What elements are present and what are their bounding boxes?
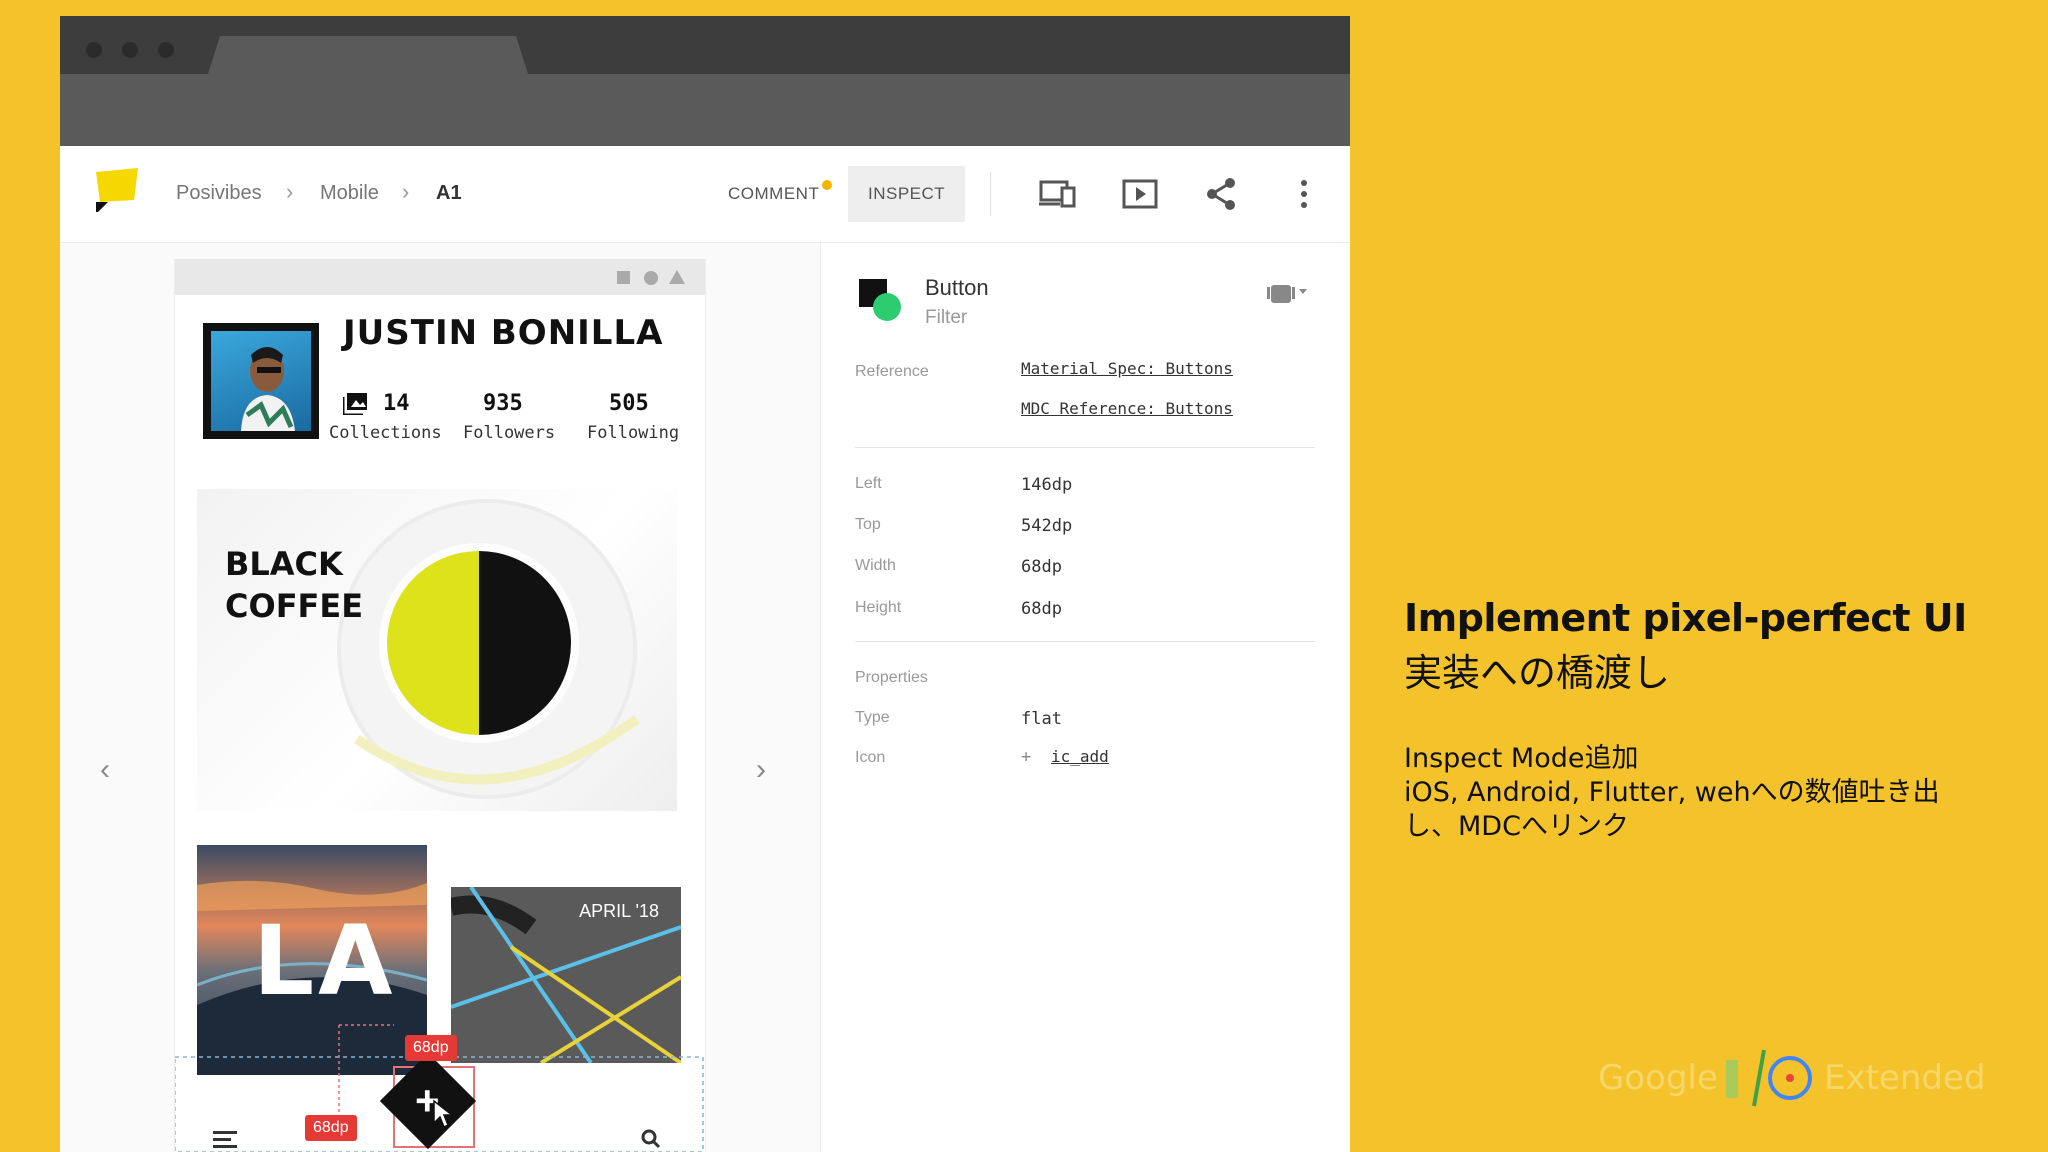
phone-preview: JUSTIN BONILLA 14 Collections 935 Follow…: [174, 259, 706, 1152]
add-icon: +: [1021, 747, 1032, 767]
browser-tab[interactable]: [208, 36, 528, 74]
dim-top-label: Top: [855, 516, 881, 533]
comment-notification-badge: [822, 180, 832, 190]
share-icon[interactable]: [1202, 174, 1242, 214]
inspect-button[interactable]: INSPECT: [848, 166, 966, 222]
stat-collections-value: 14: [383, 391, 410, 416]
phone-status-bar: [175, 259, 705, 295]
google-io-extended-logo: Google Extended: [1598, 1044, 1985, 1110]
person-photo: [241, 347, 295, 431]
browser-window: Posivibes › Mobile › A1 COMMENT INSPECT …: [60, 16, 1350, 1152]
breadcrumb-item-project[interactable]: Posivibes: [176, 182, 262, 205]
stat-followers-label[interactable]: Followers: [463, 423, 555, 443]
breadcrumb-item-section[interactable]: Mobile: [320, 182, 379, 205]
coffee-card-title: BLACK COFFEE: [225, 545, 364, 625]
stat-collections-label: Collections: [329, 423, 442, 443]
dim-top-value: 542dp: [1021, 516, 1073, 536]
stat-following-label[interactable]: Following: [587, 423, 679, 443]
devices-icon[interactable]: [1038, 174, 1078, 214]
panel-divider: [855, 447, 1315, 448]
search-icon[interactable]: [639, 1129, 667, 1149]
button-component-icon: [859, 279, 901, 321]
app-toolbar: Posivibes › Mobile › A1 COMMENT INSPECT: [60, 146, 1350, 243]
dim-height-value: 68dp: [1021, 599, 1062, 619]
browser-title-bar: [60, 16, 1350, 74]
google-wordmark: Google: [1598, 1058, 1718, 1098]
slide-body-line: し、MDCへリンク: [1404, 811, 1629, 842]
component-name: Button: [925, 275, 989, 300]
la-card-title: LA: [253, 905, 397, 1017]
collections-icon: [343, 393, 367, 415]
component-variant: Filter: [925, 307, 968, 328]
height-measure-label: 68dp: [305, 1115, 357, 1141]
mdc-reference-link[interactable]: MDC Reference: Buttons: [1021, 399, 1233, 418]
window-minimize-dot[interactable]: [122, 42, 138, 58]
io-logo-icon: [1726, 1049, 1812, 1107]
chevron-right-icon: ›: [402, 179, 410, 204]
dim-width-value: 68dp: [1021, 557, 1062, 577]
comment-button[interactable]: COMMENT: [728, 166, 819, 222]
dim-width-label: Width: [855, 557, 896, 574]
prop-type-value: flat: [1021, 709, 1062, 729]
la-card[interactable]: LA: [197, 845, 427, 1075]
preview-canvas: ‹ › JUSTIN BONILLA 14 Collections 935 Fo…: [60, 243, 820, 1152]
dim-height-label: Height: [855, 599, 902, 616]
stat-followers-value: 935: [483, 391, 523, 416]
cursor-pointer-icon: [433, 1099, 455, 1129]
next-screen-icon[interactable]: ›: [756, 753, 766, 787]
width-measure-label: 68dp: [405, 1035, 457, 1061]
breadcrumb-item-current: A1: [436, 182, 462, 204]
extended-wordmark: Extended: [1824, 1058, 1986, 1098]
prop-icon-value-link[interactable]: ic_add: [1051, 747, 1109, 766]
coffee-card[interactable]: BLACK COFFEE: [197, 489, 677, 811]
status-bar-icons: [617, 270, 685, 285]
avatar[interactable]: [203, 323, 319, 439]
previous-screen-icon[interactable]: ‹: [100, 753, 110, 787]
prop-type-label: Type: [855, 709, 890, 726]
reference-label: Reference: [855, 363, 929, 380]
panel-divider: [855, 641, 1315, 642]
slide-subtitle: 実装への橋渡し: [1404, 651, 1671, 695]
prop-icon-label: Icon: [855, 749, 886, 766]
window-maximize-dot[interactable]: [158, 42, 174, 58]
april-card-title: APRIL '18: [579, 901, 659, 921]
inspector-panel: Button Filter Reference Material Spec: B…: [820, 243, 1350, 1152]
stat-following-value: 505: [609, 391, 649, 416]
toolbar-divider: [990, 172, 991, 216]
coffee-cup-illustration: [337, 499, 640, 799]
menu-icon[interactable]: [213, 1129, 241, 1149]
window-close-dot[interactable]: [86, 42, 102, 58]
app-logo-icon[interactable]: [94, 166, 140, 212]
properties-heading: Properties: [855, 669, 928, 686]
more-vert-icon[interactable]: [1284, 174, 1324, 214]
chevron-right-icon: ›: [286, 179, 294, 204]
dim-left-value: 146dp: [1021, 475, 1073, 495]
dim-left-label: Left: [855, 475, 882, 492]
material-spec-link[interactable]: Material Spec: Buttons: [1021, 359, 1233, 378]
android-platform-icon[interactable]: [1261, 279, 1309, 307]
browser-address-area: [60, 74, 1350, 146]
april-card[interactable]: APRIL '18: [451, 887, 681, 1063]
play-preview-icon[interactable]: [1120, 174, 1160, 214]
profile-name: JUSTIN BONILLA: [343, 313, 664, 353]
slide-title: Implement pixel-perfect UI: [1404, 596, 1967, 640]
